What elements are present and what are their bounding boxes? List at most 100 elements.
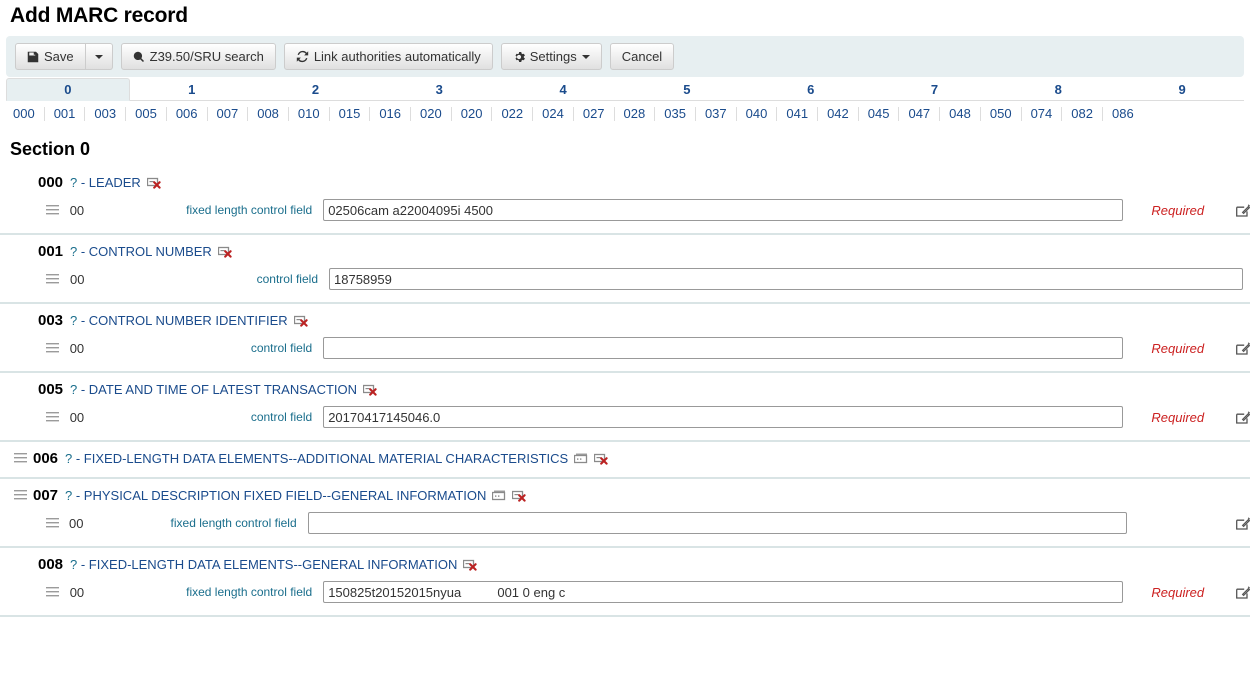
tag-link-042-20[interactable]: 042 <box>818 107 859 121</box>
delete-field-icon[interactable] <box>293 315 308 327</box>
tag-link-006-4[interactable]: 006 <box>167 107 208 121</box>
tag-link-086-27[interactable]: 086 <box>1103 107 1143 121</box>
tag-link-035-16[interactable]: 035 <box>655 107 696 121</box>
drag-handle-icon[interactable] <box>46 517 59 529</box>
field-description-link[interactable]: ? - PHYSICAL DESCRIPTION FIXED FIELD--GE… <box>65 488 486 503</box>
subfield-input-001[interactable] <box>329 268 1243 290</box>
tag-link-020-10[interactable]: 020 <box>411 107 452 121</box>
tag-link-010-7[interactable]: 010 <box>289 107 330 121</box>
tag-link-016-9[interactable]: 016 <box>370 107 412 121</box>
edit-subfield-icon[interactable] <box>1236 410 1250 424</box>
tag-link-041-19[interactable]: 041 <box>777 107 819 121</box>
tag-link-048-23[interactable]: 048 <box>940 107 981 121</box>
marc-tab-8[interactable]: 8 <box>996 78 1120 100</box>
repeat-field-icon[interactable] <box>574 453 588 464</box>
edit-subfield-icon[interactable] <box>1236 341 1250 355</box>
marc-tab-9[interactable]: 9 <box>1120 78 1244 100</box>
tag-link-082-26[interactable]: 082 <box>1062 107 1103 121</box>
edit-subfield-icon[interactable] <box>1236 585 1250 599</box>
field-description-link[interactable]: ? - FIXED-LENGTH DATA ELEMENTS--GENERAL … <box>70 557 457 572</box>
tag-link-028-15[interactable]: 028 <box>615 107 656 121</box>
tag-link-008-6[interactable]: 008 <box>248 107 289 121</box>
delete-field-icon[interactable] <box>463 559 478 571</box>
caret-down-icon <box>94 54 103 59</box>
z3950-search-button[interactable]: Z39.50/SRU search <box>120 43 276 70</box>
subfield-input-008[interactable] <box>323 581 1124 603</box>
tag-link-037-17[interactable]: 037 <box>696 107 737 121</box>
edit-subfield-icon[interactable] <box>1236 516 1250 530</box>
marc-tab-6[interactable]: 6 <box>749 78 873 100</box>
subfield-code: 00 <box>69 202 85 218</box>
tag-link-015-8[interactable]: 015 <box>330 107 371 121</box>
drag-handle-icon[interactable] <box>46 342 60 354</box>
magnifier-icon <box>133 51 145 63</box>
delete-field-icon[interactable] <box>512 490 527 502</box>
delete-field-icon[interactable] <box>363 384 377 396</box>
marc-tab-4[interactable]: 4 <box>501 78 625 100</box>
tag-link-027-14[interactable]: 027 <box>574 107 615 121</box>
delete-field-icon[interactable] <box>594 453 608 465</box>
cancel-button[interactable]: Cancel <box>609 43 675 70</box>
tag-link-005-3[interactable]: 005 <box>126 107 167 121</box>
subfield-label[interactable]: fixed length control field <box>150 585 312 599</box>
marc-tab-1[interactable]: 1 <box>130 78 254 100</box>
marc-tab-7[interactable]: 7 <box>873 78 997 100</box>
tag-link-050-24[interactable]: 050 <box>981 107 1022 121</box>
tag-shortcut-links: 000 001 003 005 006 007 008 010 015 016 020 020 022 0… <box>0 101 1250 127</box>
field-description-link[interactable]: ? - CONTROL NUMBER <box>70 244 212 259</box>
delete-field-icon[interactable] <box>217 246 232 258</box>
delete-field-icon[interactable] <box>146 177 161 189</box>
marc-field-001: 001 ? - CONTROL NUMBER 00 control field <box>0 235 1250 304</box>
marc-tab-2[interactable]: 2 <box>254 78 378 100</box>
drag-handle-icon[interactable] <box>46 204 60 216</box>
subfield-label[interactable]: control field <box>150 410 312 424</box>
subfield-label[interactable]: control field <box>152 272 318 286</box>
tag-link-001-1[interactable]: 001 <box>45 107 86 121</box>
tag-link-045-21[interactable]: 045 <box>859 107 900 121</box>
drag-handle-icon[interactable] <box>14 453 27 464</box>
link-authorities-button[interactable]: Link authorities automatically <box>283 43 493 70</box>
marc-field-003: 003 ? - CONTROL NUMBER IDENTIFIER 00 contro… <box>0 304 1250 373</box>
edit-subfield-icon[interactable] <box>1236 203 1250 217</box>
subfield-label[interactable]: control field <box>150 341 312 355</box>
field-header-000: 000 ? - LEADER <box>0 172 1250 193</box>
required-indicator: Required <box>1151 409 1205 425</box>
field-description-text: DATE AND TIME OF LATEST TRANSACTION <box>88 382 358 397</box>
tag-link-047-22[interactable]: 047 <box>899 107 941 121</box>
marc-tab-0[interactable]: 0 <box>6 78 130 101</box>
tag-link-022-12[interactable]: 022 <box>492 107 534 121</box>
field-description-link[interactable]: ? - LEADER <box>70 175 141 190</box>
subfield-input-005[interactable] <box>323 406 1124 428</box>
tag-link-007-5[interactable]: 007 <box>208 107 249 121</box>
subfield-input-000[interactable] <box>323 199 1124 221</box>
settings-button[interactable]: Settings <box>500 43 602 70</box>
tag-link-040-18[interactable]: 040 <box>737 107 778 121</box>
marc-tab-5[interactable]: 5 <box>625 78 749 100</box>
drag-handle-icon[interactable] <box>46 411 60 423</box>
subfield-input-007[interactable] <box>307 512 1128 534</box>
drag-handle-icon[interactable] <box>46 586 60 598</box>
required-indicator: Required <box>1151 340 1205 356</box>
tag-link-020-11[interactable]: 020 <box>452 107 493 121</box>
drag-handle-icon[interactable] <box>14 490 27 501</box>
drag-handle-icon[interactable] <box>46 273 60 285</box>
section-heading: Section 0 <box>10 139 91 159</box>
marc-tab-3[interactable]: 3 <box>377 78 501 100</box>
required-indicator: Required <box>1151 584 1205 600</box>
subfield-label[interactable]: fixed length control field <box>150 203 312 217</box>
marc-field-000: 000 ? - LEADER 00 fixed length control fiel… <box>0 166 1250 235</box>
tag-link-024-13[interactable]: 024 <box>533 107 574 121</box>
save-button[interactable]: Save <box>15 43 86 70</box>
tag-link-074-25[interactable]: 074 <box>1022 107 1063 121</box>
field-description-link[interactable]: ? - CONTROL NUMBER IDENTIFIER <box>70 313 288 328</box>
field-description-link[interactable]: ? - DATE AND TIME OF LATEST TRANSACTION <box>70 382 357 397</box>
caret-down-icon <box>581 54 590 59</box>
field-description-link[interactable]: ? - FIXED-LENGTH DATA ELEMENTS--ADDITION… <box>65 451 568 466</box>
tag-link-000-0[interactable]: 000 <box>4 107 45 121</box>
save-dropdown-toggle[interactable] <box>85 43 113 70</box>
save-button-label: Save <box>44 49 74 64</box>
repeat-field-icon[interactable] <box>492 490 506 501</box>
tag-link-003-2[interactable]: 003 <box>85 107 127 121</box>
subfield-label[interactable]: fixed length control field <box>144 516 297 530</box>
subfield-input-003[interactable] <box>323 337 1124 359</box>
